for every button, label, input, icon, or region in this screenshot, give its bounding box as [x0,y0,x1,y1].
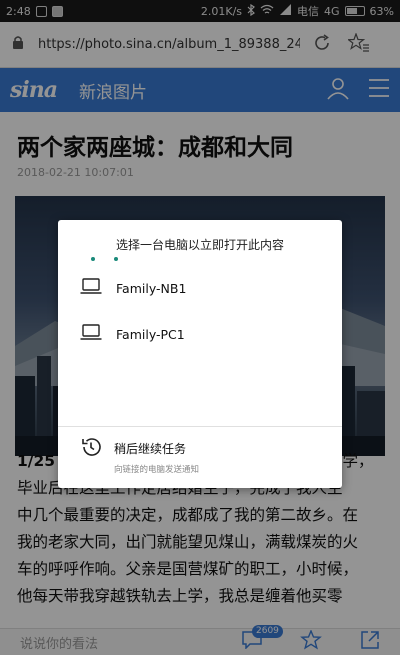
history-icon [80,436,102,462]
device-item-family-nb1[interactable]: Family-NB1 [80,273,320,303]
loading-indicator [91,257,118,261]
device-item-family-pc1[interactable]: Family-PC1 [80,319,320,349]
laptop-icon [80,278,102,298]
device-name: Family-NB1 [116,280,187,296]
continue-later-subtitle: 向链接的电脑发送通知 [114,465,200,475]
laptop-icon [80,324,102,344]
dialog-title: 选择一台电脑以立即打开此内容 [115,238,284,252]
device-picker-dialog: 选择一台电脑以立即打开此内容 Family-NB1 Family-PC1 稍后继… [58,220,342,488]
device-name: Family-PC1 [116,326,185,342]
continue-later-button[interactable]: 稍后继续任务 向链接的电脑发送通知 [80,434,330,475]
continue-later-label: 稍后继续任务 [114,442,187,456]
dialog-divider [58,426,342,427]
